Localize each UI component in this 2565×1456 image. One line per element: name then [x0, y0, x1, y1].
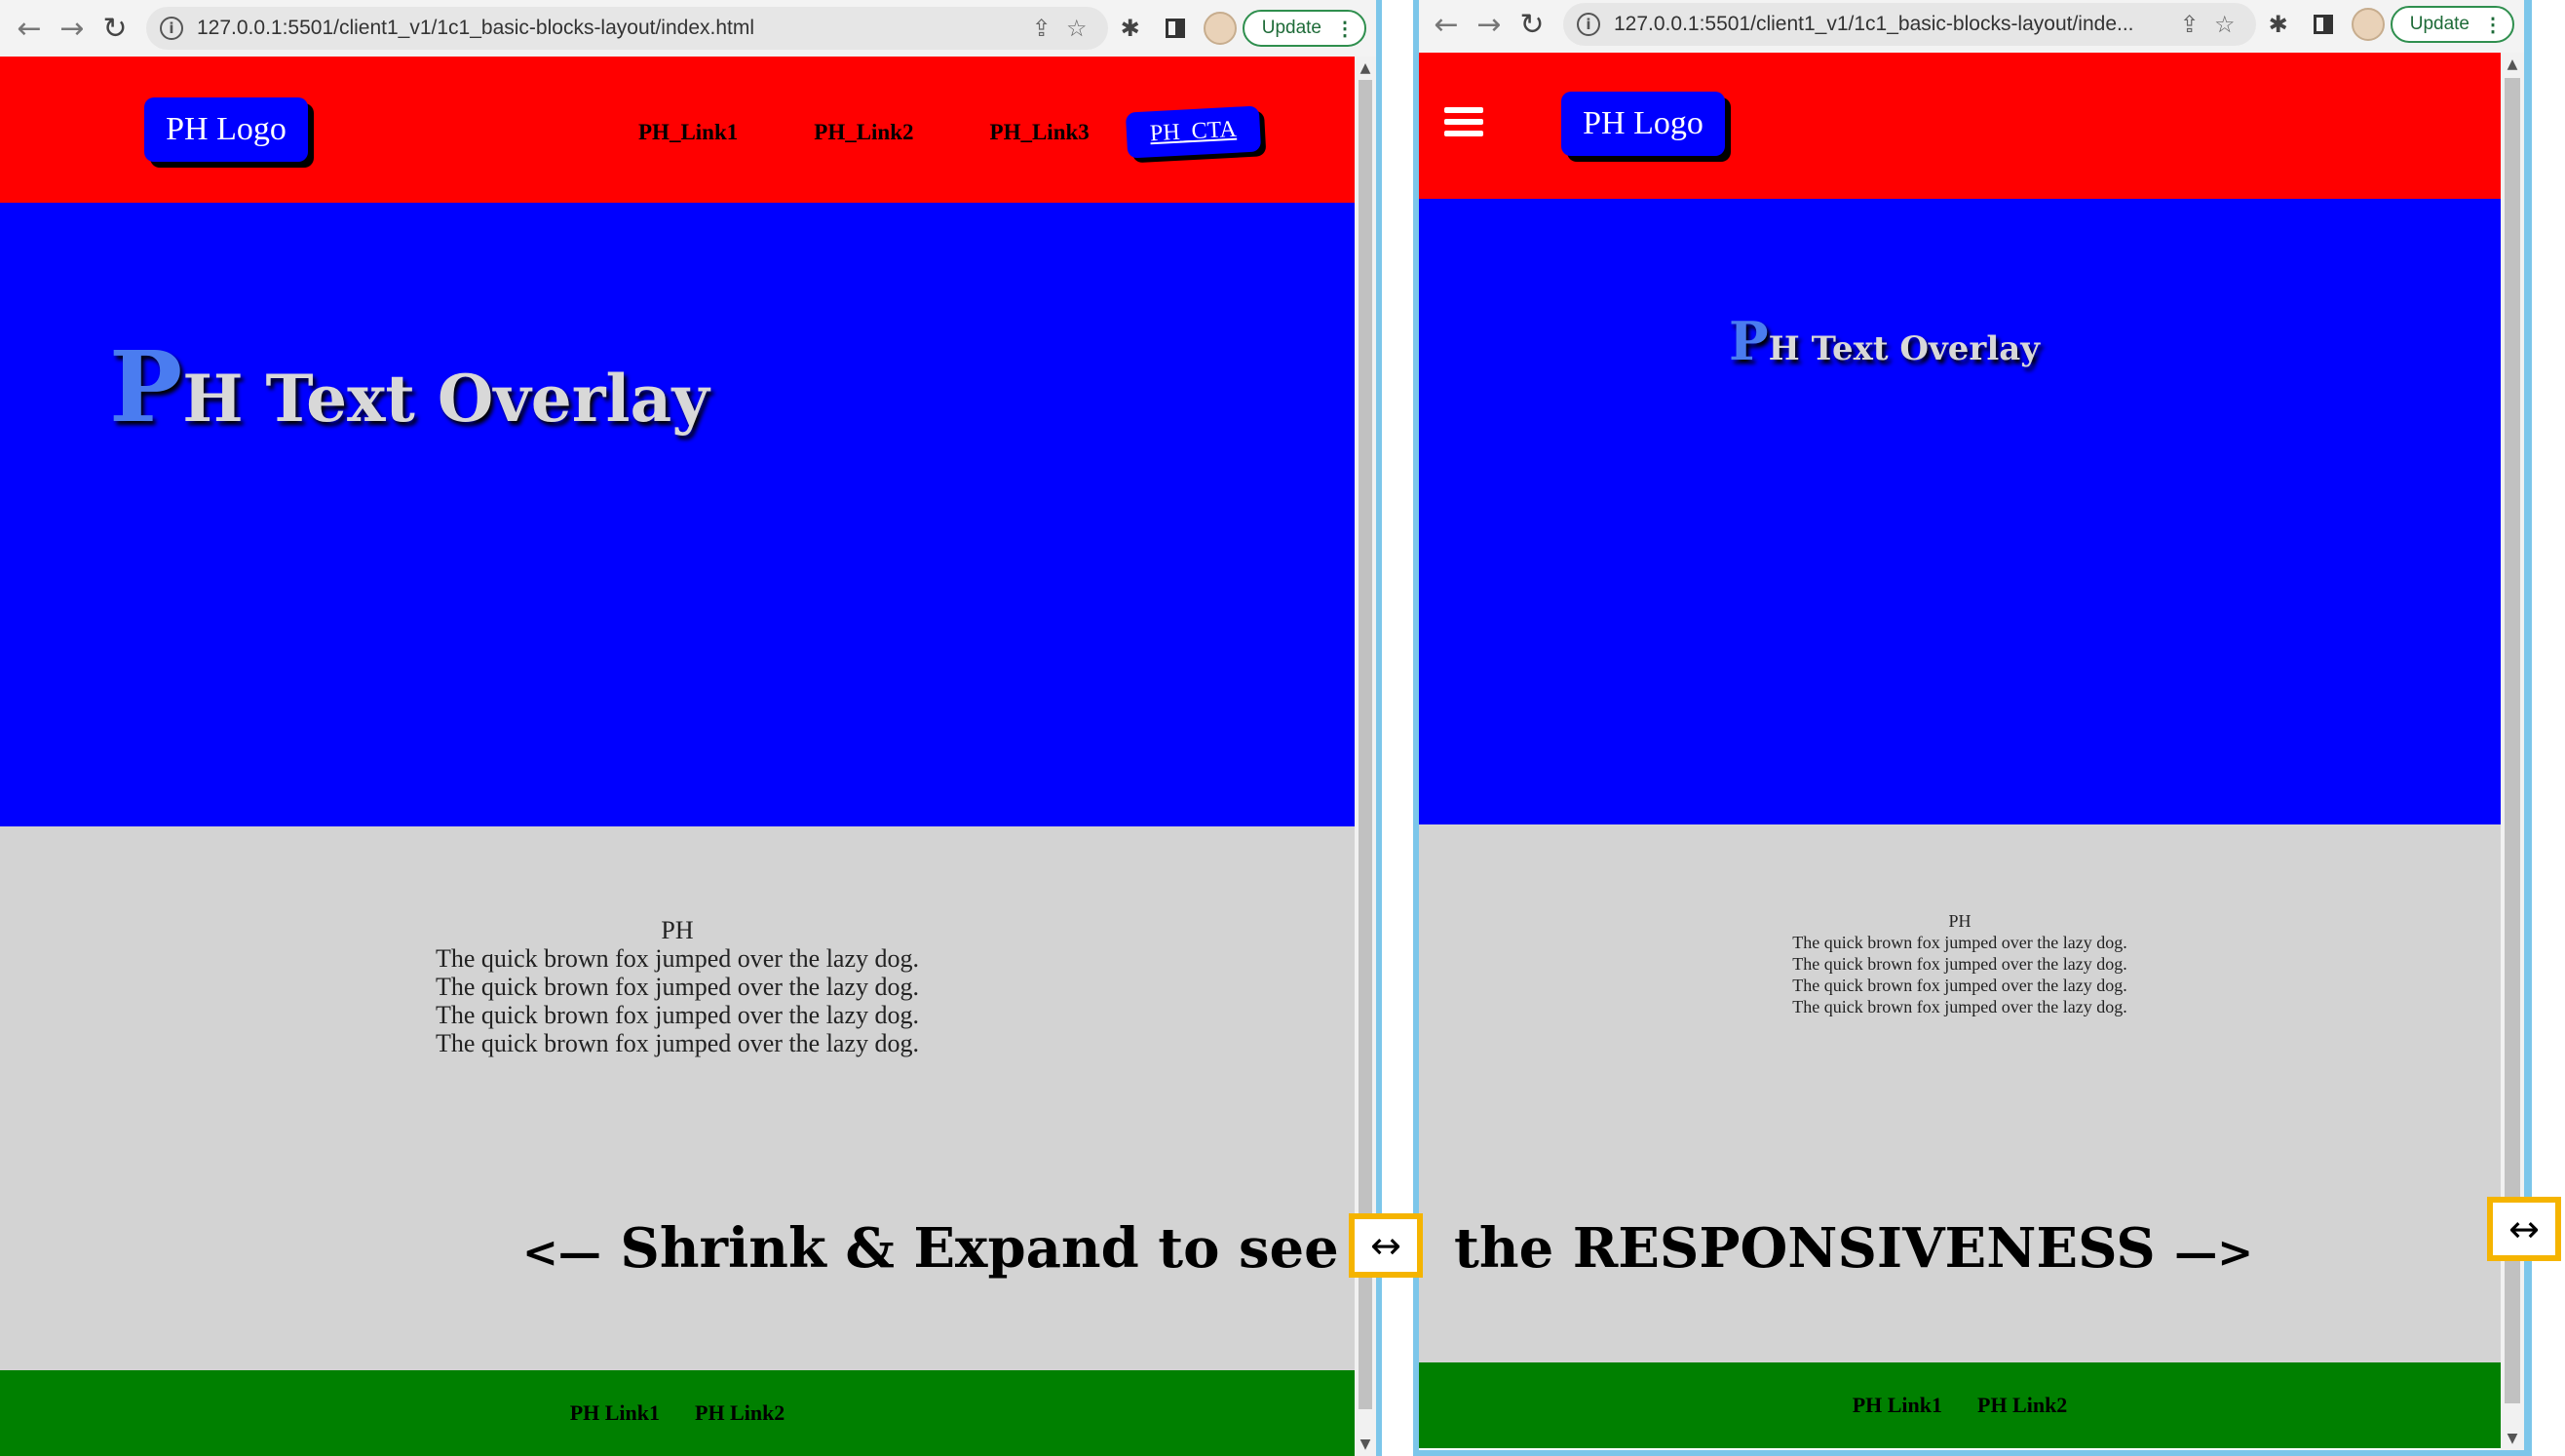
more-vert-icon: ⋮: [2483, 14, 2503, 36]
address-bar[interactable]: i 127.0.0.1:5501/client1_v1/1c1_basic-bl…: [1563, 3, 2256, 46]
hero-title-rest: H Text Overlay: [182, 361, 709, 437]
content-line: The quick brown fox jumped over the lazy…: [435, 944, 920, 973]
site-footer: PH Link1 PH Link2: [0, 1370, 1355, 1456]
content-line: The quick brown fox jumped over the lazy…: [1792, 933, 2127, 952]
content-line: The quick brown fox jumped over the lazy…: [1792, 997, 2127, 1016]
update-button[interactable]: Update ⋮: [1242, 10, 1366, 47]
hero-section: PH Text Overlay: [1419, 199, 2501, 824]
cta-button[interactable]: PH_CTA: [1125, 105, 1261, 159]
update-label: Update: [1261, 18, 1321, 38]
side-panel-icon[interactable]: [1153, 7, 1198, 50]
content-line: The quick brown fox jumped over the lazy…: [435, 1001, 920, 1029]
nav-links: PH_Link1 PH_Link2 PH_Link3 PH_CTA: [638, 105, 1261, 159]
content-section: PH The quick brown fox jumped over the l…: [0, 826, 1355, 1370]
nav-link-2[interactable]: PH_Link2: [814, 120, 913, 145]
content-heading: PH: [1948, 911, 1972, 931]
scroll-up-icon[interactable]: ▲: [1355, 58, 1376, 78]
browser-toolbar: ← → ↻ i 127.0.0.1:5501/client1_v1/1c1_ba…: [0, 0, 1376, 57]
extensions-icon[interactable]: ✱: [1108, 7, 1153, 50]
hero-text-overlay: PH Text Overlay: [109, 329, 709, 444]
forward-arrow-icon[interactable]: →: [51, 7, 94, 50]
site-footer: PH Link1 PH Link2: [1419, 1362, 2501, 1448]
site-logo[interactable]: PH Logo: [1561, 92, 1725, 156]
url-text: 127.0.0.1:5501/client1_v1/1c1_basic-bloc…: [197, 17, 755, 39]
scroll-down-icon[interactable]: ▼: [2501, 1429, 2524, 1448]
content-line: The quick brown fox jumped over the lazy…: [435, 1029, 920, 1057]
content-paragraph: PH The quick brown fox jumped over the l…: [0, 916, 1355, 1057]
content-line: The quick brown fox jumped over the lazy…: [435, 973, 920, 1001]
content-paragraph: PH The quick brown fox jumped over the l…: [1419, 910, 2501, 1017]
footer-link-1[interactable]: PH Link1: [1853, 1393, 1942, 1418]
resize-glyph: ↔: [2508, 1207, 2540, 1250]
update-label: Update: [2409, 14, 2469, 34]
nav-link-1[interactable]: PH_Link1: [638, 120, 738, 145]
nav-link-3[interactable]: PH_Link3: [990, 120, 1090, 145]
hero-big-letter: P: [1729, 310, 1769, 372]
hero-section: PH Text Overlay: [0, 203, 1355, 826]
scroll-thumb[interactable]: [1359, 80, 1372, 1409]
hero-text-overlay: PH Text Overlay: [1729, 310, 2040, 372]
address-bar[interactable]: i 127.0.0.1:5501/client1_v1/1c1_basic-bl…: [146, 7, 1108, 50]
side-panel-icon[interactable]: [2301, 3, 2346, 46]
info-icon[interactable]: i: [1577, 13, 1600, 36]
footer-link-1[interactable]: PH Link1: [570, 1400, 660, 1426]
avatar[interactable]: [2351, 8, 2385, 41]
scroll-up-icon[interactable]: ▲: [2501, 55, 2524, 74]
avatar[interactable]: [1203, 12, 1237, 45]
resize-glyph: ↔: [1370, 1224, 1401, 1267]
content-section: PH The quick brown fox jumped over the l…: [1419, 824, 2501, 1362]
share-icon[interactable]: ⇪: [2172, 11, 2207, 38]
footer-link-2[interactable]: PH Link2: [695, 1400, 785, 1426]
star-icon[interactable]: ☆: [2207, 11, 2242, 38]
footer-link-2[interactable]: PH Link2: [1977, 1393, 2067, 1418]
resize-arrows-icon[interactable]: ↔: [1349, 1213, 1423, 1278]
more-vert-icon: ⋮: [1335, 18, 1355, 40]
url-text: 127.0.0.1:5501/client1_v1/1c1_basic-bloc…: [1614, 13, 2134, 35]
content-line: The quick brown fox jumped over the lazy…: [1792, 976, 2127, 995]
resize-arrows-icon[interactable]: ↔: [2487, 1197, 2561, 1261]
info-icon[interactable]: i: [160, 17, 183, 40]
scroll-down-icon[interactable]: ▼: [1355, 1435, 1376, 1454]
annotation-left-label: Shrink & Expand to see: [620, 1216, 1339, 1281]
share-icon[interactable]: ⇪: [1024, 15, 1059, 42]
left-arrow-text: <—: [522, 1228, 601, 1278]
hero-title-rest: H Text Overlay: [1768, 329, 2041, 368]
site-navbar: PH Logo: [1419, 53, 2501, 199]
update-button[interactable]: Update ⋮: [2390, 6, 2514, 43]
browser-toolbar: ← → ↻ i 127.0.0.1:5501/client1_v1/1c1_ba…: [1419, 0, 2524, 53]
hero-big-letter: P: [109, 329, 183, 444]
forward-arrow-icon[interactable]: →: [1468, 3, 1511, 46]
site-navbar: PH Logo PH_Link1 PH_Link2 PH_Link3 PH_CT…: [0, 57, 1355, 203]
screenshot-root: ← → ↻ i 127.0.0.1:5501/client1_v1/1c1_ba…: [0, 0, 2565, 1456]
reload-icon[interactable]: ↻: [1511, 3, 1553, 46]
extensions-icon[interactable]: ✱: [2256, 3, 2301, 46]
reload-icon[interactable]: ↻: [94, 7, 136, 50]
site-logo[interactable]: PH Logo: [144, 97, 308, 162]
back-arrow-icon[interactable]: ←: [8, 7, 51, 50]
content-heading: PH: [661, 916, 694, 944]
right-arrow-text: —>: [2174, 1228, 2254, 1278]
back-arrow-icon[interactable]: ←: [1425, 3, 1468, 46]
content-line: The quick brown fox jumped over the lazy…: [1792, 954, 2127, 974]
annotation-left-text: <— Shrink & Expand to see: [522, 1216, 1339, 1281]
hamburger-menu-icon[interactable]: [1444, 107, 1483, 142]
annotation-right-text: the RESPONSIVENESS —>: [1454, 1216, 2253, 1281]
annotation-right-label: the RESPONSIVENESS: [1454, 1216, 2156, 1281]
star-icon[interactable]: ☆: [1059, 15, 1094, 42]
